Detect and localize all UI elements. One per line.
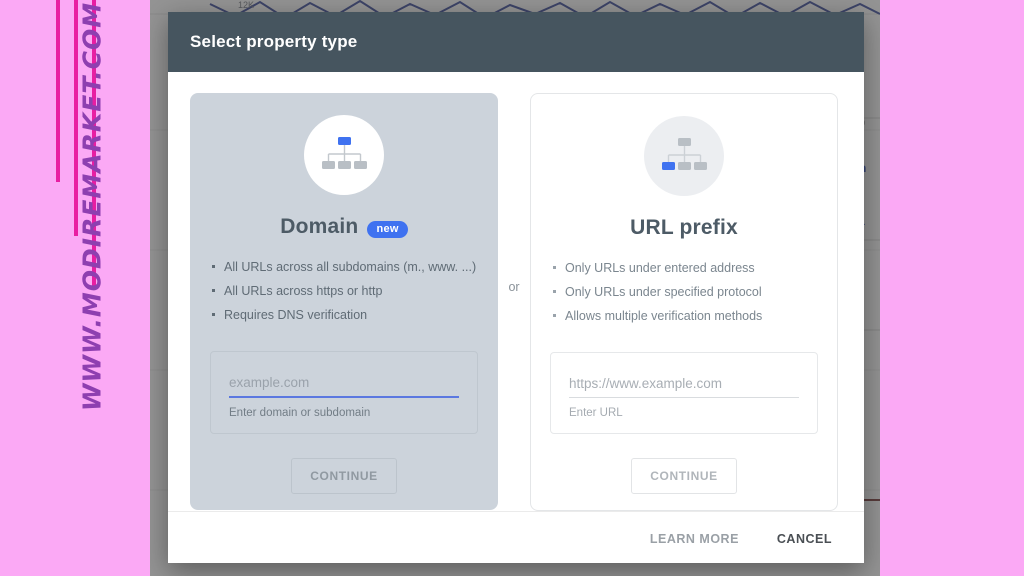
dialog-body: Domain new All URLs across all subdomain… [168,72,864,511]
domain-field-helper: Enter domain or subdomain [229,407,371,419]
card-title-url-prefix: URL prefix [630,216,738,240]
url-field-container: Enter URL [550,352,818,434]
dialog-footer: LEARN MORE CANCEL [168,511,864,563]
card-title-domain-text: Domain [280,215,359,238]
watermark-text: WWW.MODIREMARKET.COM [77,1,107,412]
new-badge: new [367,220,408,238]
url-prefix-feature-list: Only URLs under entered address Only URL… [531,258,762,330]
property-type-card-domain[interactable]: Domain new All URLs across all subdomain… [190,93,498,510]
dialog-header: Select property type [168,12,864,72]
cancel-button[interactable]: CANCEL [771,531,838,547]
url-continue-button[interactable]: CONTINUE [631,458,737,494]
sitemap-icon [304,115,384,195]
domain-field-container: Enter domain or subdomain [210,351,478,434]
watermark-panel: WWW.MODIREMARKET.COM [0,0,150,576]
learn-more-button[interactable]: LEARN MORE [644,531,745,547]
url-field-helper: Enter URL [569,407,623,419]
right-pink-border [880,0,1024,576]
sitemap-icon-glyph [322,137,367,169]
sitemap-icon [644,116,724,196]
card-title-domain: Domain new [280,215,408,239]
list-item: Allows multiple verification methods [552,306,762,326]
list-item: All URLs across all subdomains (m., www.… [211,257,476,277]
list-item: All URLs across https or http [211,281,476,301]
sitemap-icon-glyph [662,138,707,170]
select-property-type-dialog: Select property type Domain new All URLs… [168,12,864,563]
list-item: Only URLs under entered address [552,258,762,278]
watermark-bar [56,0,60,182]
list-item: Only URLs under specified protocol [552,282,762,302]
property-type-card-url-prefix[interactable]: URL prefix Only URLs under entered addre… [530,93,838,511]
list-item: Requires DNS verification [211,305,476,325]
domain-feature-list: All URLs across all subdomains (m., www.… [190,257,476,329]
or-divider: or [508,280,520,294]
url-input[interactable] [569,376,799,398]
dialog-title: Select property type [190,32,358,51]
card-title-url-prefix-text: URL prefix [630,216,738,239]
domain-continue-button[interactable]: CONTINUE [291,458,397,494]
domain-input[interactable] [229,375,459,398]
